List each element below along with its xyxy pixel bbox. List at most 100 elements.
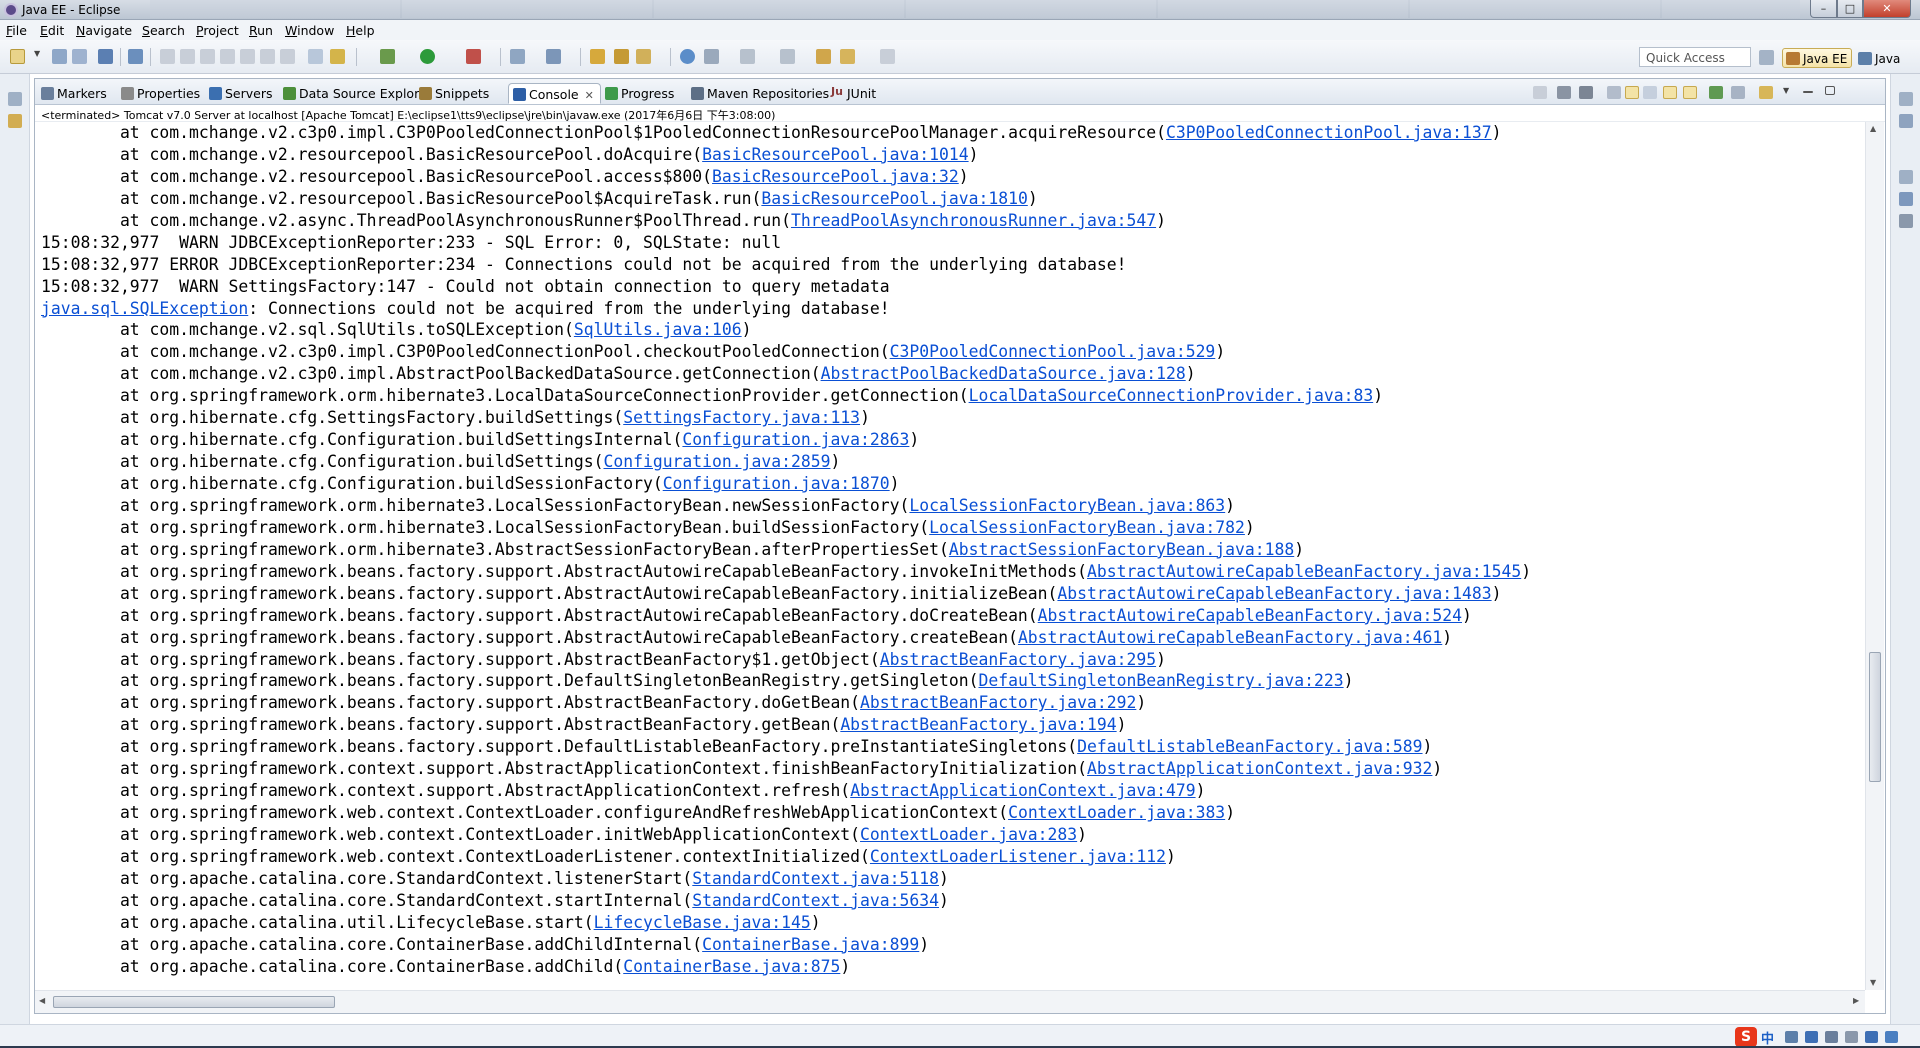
menu-project[interactable]: Project <box>196 23 239 38</box>
minimize-view-icon[interactable] <box>1803 91 1813 93</box>
scrollbar-thumb[interactable] <box>1869 652 1881 782</box>
stack-trace-link[interactable]: AbstractPoolBackedDataSource.java:128 <box>821 364 1186 383</box>
run-icon[interactable] <box>420 49 435 64</box>
stack-trace-link[interactable]: AbstractAutowireCapableBeanFactory.java:… <box>1087 562 1521 581</box>
vertical-scrollbar[interactable]: ▲ ▼ <box>1865 122 1884 990</box>
stack-trace-link[interactable]: LocalSessionFactoryBean.java:863 <box>909 496 1225 515</box>
save-all-icon[interactable] <box>72 49 87 64</box>
scroll-right-icon[interactable]: ▶ <box>1853 996 1859 1005</box>
disconnect-icon[interactable] <box>220 49 235 64</box>
show-on-stderr-icon[interactable] <box>1683 86 1697 99</box>
project-explorer-icon[interactable] <box>8 114 22 128</box>
stack-trace-link[interactable]: SettingsFactory.java:113 <box>623 408 860 427</box>
forward-icon[interactable] <box>880 49 895 64</box>
quick-access-input[interactable]: Quick Access <box>1639 47 1751 67</box>
outline-icon[interactable] <box>1899 114 1913 128</box>
tab-console[interactable]: Console ✕ <box>508 83 601 104</box>
stack-trace-link[interactable]: BasicResourcePool.java:32 <box>712 167 959 186</box>
web-browser-icon[interactable] <box>680 49 695 64</box>
remove-launch-icon[interactable] <box>1557 86 1571 99</box>
display-selected-console-icon[interactable] <box>1731 86 1745 99</box>
stack-trace-link[interactable]: SqlUtils.java:106 <box>574 320 742 339</box>
tab-progress[interactable]: Progress <box>601 83 680 104</box>
toolbox-icon[interactable] <box>1865 1031 1878 1043</box>
tab-markers[interactable]: Markers <box>37 83 113 104</box>
stack-trace-link[interactable]: DefaultSingletonBeanRegistry.java:223 <box>978 671 1343 690</box>
scroll-left-icon[interactable]: ◀ <box>39 996 45 1005</box>
scroll-lock-icon[interactable] <box>1625 86 1639 99</box>
restore-view-icon[interactable] <box>1899 92 1913 106</box>
restore-view-icon[interactable] <box>8 92 22 106</box>
stack-trace-link[interactable]: Configuration.java:1870 <box>663 474 890 493</box>
stack-trace-link[interactable]: LifecycleBase.java:145 <box>594 913 811 932</box>
stack-trace-link[interactable]: StandardContext.java:5118 <box>692 869 939 888</box>
stack-trace-link[interactable]: ContextLoaderListener.java:112 <box>870 847 1166 866</box>
menu-search[interactable]: Search <box>142 23 185 38</box>
horizontal-scrollbar[interactable]: ◀ ▶ <box>35 990 1865 1013</box>
stack-trace-link[interactable]: AbstractAutowireCapableBeanFactory.java:… <box>1057 584 1491 603</box>
menu-window[interactable]: Window <box>285 23 334 38</box>
step-over-icon[interactable] <box>260 49 275 64</box>
stack-trace-link[interactable]: ContainerBase.java:899 <box>702 935 919 954</box>
maximize-view-icon[interactable] <box>1825 86 1835 95</box>
terminate-icon[interactable] <box>1533 86 1547 99</box>
new-icon[interactable] <box>10 49 25 64</box>
stack-trace-link[interactable]: DefaultListableBeanFactory.java:589 <box>1077 737 1422 756</box>
tab-junit[interactable]: Ju JUnit <box>827 83 882 104</box>
search-icon[interactable] <box>636 49 651 64</box>
run-external-tools-icon[interactable] <box>466 49 481 64</box>
pin-console-icon[interactable] <box>1709 86 1723 99</box>
ime-mode-indicator[interactable]: 中 <box>1761 1028 1774 1047</box>
open-type-icon[interactable] <box>590 49 605 64</box>
stack-trace-link[interactable]: ContextLoader.java:283 <box>860 825 1077 844</box>
use-step-filters-icon[interactable] <box>330 49 345 64</box>
stack-trace-link[interactable]: ContextLoader.java:383 <box>1008 803 1225 822</box>
task-list-icon[interactable] <box>1899 192 1913 206</box>
scroll-down-icon[interactable]: ▼ <box>1870 978 1876 987</box>
stack-trace-link[interactable]: AbstractApplicationContext.java:479 <box>850 781 1195 800</box>
show-on-stdout-icon[interactable] <box>1663 86 1677 99</box>
stack-trace-link[interactable]: AbstractSessionFactoryBean.java:188 <box>949 540 1294 559</box>
stack-trace-link[interactable]: BasicResourcePool.java:1014 <box>702 145 968 164</box>
scrollbar-thumb[interactable] <box>53 996 335 1008</box>
step-return-icon[interactable] <box>280 49 295 64</box>
restore-view-icon[interactable] <box>1899 170 1913 184</box>
step-into-icon[interactable] <box>240 49 255 64</box>
keyboard-icon[interactable] <box>1825 1031 1838 1043</box>
last-edit-location-icon[interactable] <box>816 49 831 64</box>
new-server-icon[interactable] <box>510 49 525 64</box>
remove-all-terminated-icon[interactable] <box>1579 86 1593 99</box>
stack-trace-link[interactable]: C3P0PooledConnectionPool.java:137 <box>1166 123 1492 142</box>
tab-properties[interactable]: Properties <box>117 83 206 104</box>
back-icon[interactable] <box>840 49 855 64</box>
open-task-icon[interactable] <box>614 49 629 64</box>
menu-navigate[interactable]: Navigate <box>76 23 132 38</box>
previous-annotation-icon[interactable] <box>780 49 795 64</box>
console-output[interactable]: at com.mchange.v2.c3p0.impl.C3P0PooledCo… <box>41 122 1865 990</box>
stack-trace-link[interactable]: Configuration.java:2859 <box>603 452 830 471</box>
open-terminal-icon[interactable] <box>98 49 113 64</box>
perspective-java[interactable]: Java <box>1854 48 1905 68</box>
stack-trace-link[interactable]: Configuration.java:2863 <box>682 430 909 449</box>
stack-trace-link[interactable]: BasicResourcePool.java:1810 <box>761 189 1027 208</box>
punctuation-icon[interactable] <box>1785 1031 1798 1043</box>
maximize-button[interactable]: □ <box>1837 0 1863 18</box>
stack-trace-link[interactable]: C3P0PooledConnectionPool.java:529 <box>890 342 1216 361</box>
stack-trace-link[interactable]: LocalSessionFactoryBean.java:782 <box>929 518 1245 537</box>
stack-trace-link[interactable]: AbstractBeanFactory.java:194 <box>840 715 1116 734</box>
stack-trace-link[interactable]: AbstractAutowireCapableBeanFactory.java:… <box>1018 628 1442 647</box>
menu-run[interactable]: Run <box>249 23 273 38</box>
stack-trace-link[interactable]: java.sql.SQLException <box>41 299 248 318</box>
view-menu-icon[interactable]: ▼ <box>1783 86 1791 99</box>
skip-breakpoints-icon[interactable] <box>128 49 143 64</box>
microphone-icon[interactable] <box>1805 1031 1818 1043</box>
stack-trace-link[interactable]: LocalDataSourceConnectionProvider.java:8… <box>969 386 1374 405</box>
settings-wrench-icon[interactable] <box>1885 1031 1898 1043</box>
scroll-up-icon[interactable]: ▲ <box>1870 124 1876 133</box>
resume-icon[interactable] <box>160 49 175 64</box>
next-annotation-icon[interactable] <box>740 49 755 64</box>
stack-trace-link[interactable]: AbstractBeanFactory.java:292 <box>860 693 1136 712</box>
close-tab-icon[interactable]: ✕ <box>585 89 594 102</box>
stack-trace-link[interactable]: ContainerBase.java:875 <box>623 957 840 976</box>
save-icon[interactable] <box>52 49 67 64</box>
